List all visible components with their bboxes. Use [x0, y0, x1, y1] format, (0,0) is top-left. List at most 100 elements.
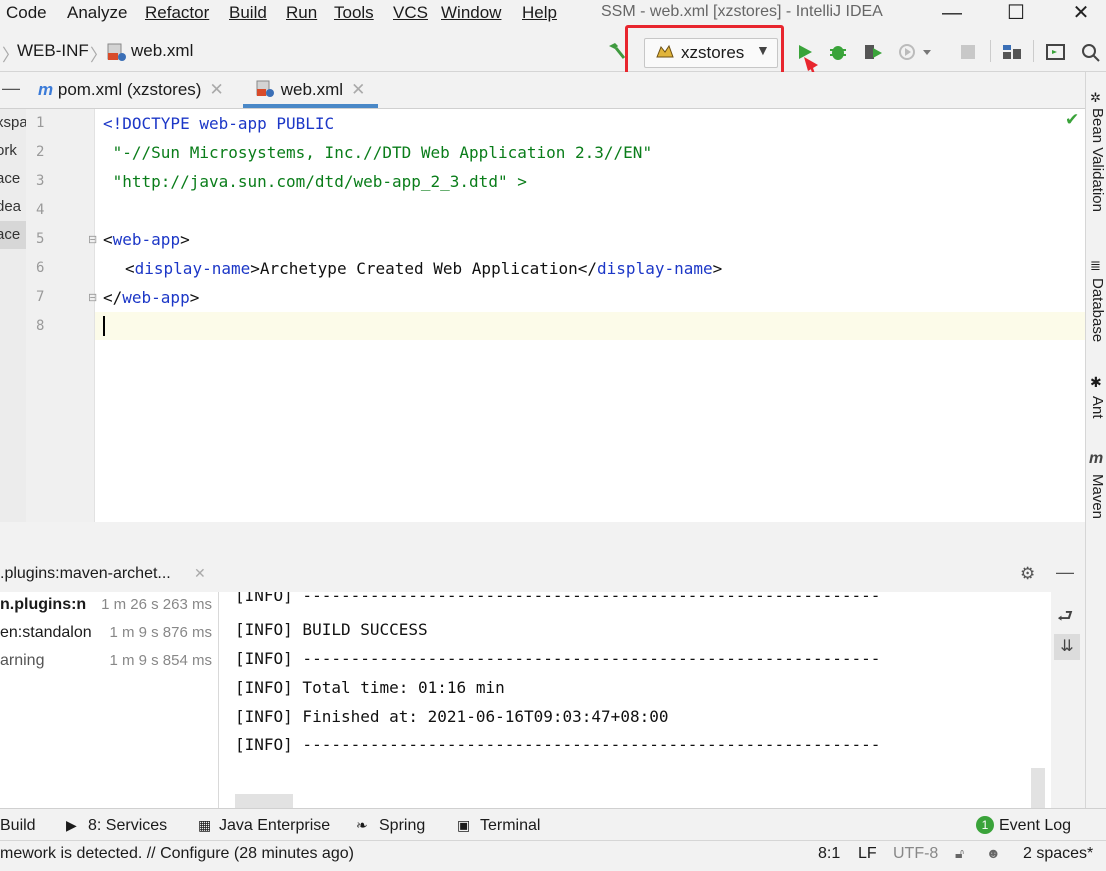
tool-java-enterprise[interactable]: Java Enterprise — [219, 817, 330, 835]
terminal-window-icon[interactable] — [1045, 42, 1065, 62]
menu-help[interactable]: Help — [522, 3, 557, 23]
profile-icon[interactable] — [898, 42, 931, 62]
code-bracket: > — [180, 230, 190, 249]
tool-maven[interactable]: Maven — [1089, 474, 1106, 519]
run-panel-header: .plugins:maven-archet... ✕ ⚙ — — [0, 556, 1085, 592]
run-tree-row[interactable]: en:standalon 1 m 9 s 876 ms — [0, 624, 218, 652]
line-separator[interactable]: LF — [858, 845, 877, 863]
console-line: [INFO] ---------------------------------… — [235, 649, 881, 668]
fold-icon[interactable]: ⊟ — [88, 233, 97, 246]
close-window-icon[interactable]: ✕ — [1056, 0, 1106, 30]
code-tag: web-app — [112, 230, 181, 249]
window-title: SSM - web.xml [xzstores] - IntelliJ IDEA — [601, 3, 883, 20]
hide-icon[interactable]: — — [1056, 562, 1074, 583]
text-caret — [103, 316, 105, 336]
project-structure-icon[interactable] — [1001, 42, 1021, 62]
menu-build[interactable]: Build — [229, 3, 267, 23]
xml-file-icon — [256, 80, 276, 99]
close-icon[interactable]: ✕ — [194, 565, 206, 582]
inspector-icon[interactable]: ☻ — [986, 845, 1001, 861]
project-item[interactable]: dea — [0, 193, 26, 221]
caret-position[interactable]: 8:1 — [818, 845, 840, 863]
code-bracket: < — [125, 259, 135, 278]
menu-analyze[interactable]: Analyze — [67, 3, 127, 23]
tool-ant[interactable]: Ant — [1089, 396, 1106, 419]
code-bracket: > — [712, 259, 723, 278]
lock-icon[interactable]: 🔓︎ — [955, 845, 964, 862]
checkmark-icon: ✔ — [1065, 110, 1080, 129]
editor-bottom-area — [0, 522, 1085, 557]
minimize-icon[interactable]: — — [927, 0, 977, 30]
close-icon[interactable]: ✕ — [209, 80, 223, 99]
menu-window[interactable]: Window — [441, 3, 501, 23]
code-tag: display-name — [597, 259, 713, 278]
maximize-icon[interactable]: ☐ — [991, 0, 1041, 30]
run-tree-row[interactable]: arning 1 m 9 s 854 ms — [0, 652, 218, 680]
active-tab-indicator — [243, 104, 378, 108]
spring-icon: ❧ — [356, 817, 368, 833]
project-item[interactable]: xspa — [0, 109, 26, 137]
breadcrumb-web-inf[interactable]: WEB-INF — [17, 41, 89, 61]
code-line-3: "http://java.sun.com/dtd/web-app_2_3.dtd… — [103, 172, 527, 191]
indent-setting[interactable]: 2 spaces* — [1023, 845, 1093, 863]
code-line-5: <web-app> — [103, 230, 190, 249]
project-item[interactable]: ace — [0, 221, 26, 249]
maven-icon: m — [1089, 450, 1104, 467]
console-line: [INFO] Total time: 01:16 min — [235, 678, 505, 697]
file-encoding[interactable]: UTF-8 — [893, 845, 938, 863]
bottom-tool-bar: Build ▶ 8: Services ▦ Java Enterprise ❧ … — [0, 808, 1106, 841]
gear-icon[interactable]: ⚙ — [1020, 564, 1035, 584]
menu-tools[interactable]: Tools — [334, 3, 374, 23]
navigation-bar: 〉 WEB-INF 〉 web.xml — [0, 31, 1106, 72]
stop-icon[interactable] — [958, 42, 978, 62]
xml-file-icon — [107, 42, 127, 67]
code-bracket: </ — [103, 288, 123, 307]
tool-database[interactable]: Database — [1089, 278, 1106, 342]
code-bracket: < — [103, 230, 113, 249]
bean-validation-icon: ✲ — [1090, 90, 1101, 105]
code-bracket: </ — [577, 259, 598, 278]
build-hammer-icon[interactable] — [605, 40, 626, 60]
editor-tabs: — m pom.xml (xzstores) ✕ web.xml ✕ — [0, 72, 1085, 109]
tool-bean-validation[interactable]: Bean Validation — [1089, 108, 1106, 212]
line-number: 4 — [36, 202, 45, 218]
project-panel-fragment: xspa ork ace dea ace — [0, 109, 26, 522]
line-number: 2 — [36, 144, 45, 160]
close-icon[interactable]: ✕ — [351, 80, 365, 99]
run-tab[interactable]: .plugins:maven-archet... — [0, 565, 171, 583]
tab-web-xml[interactable]: web.xml ✕ — [256, 80, 365, 100]
scroll-to-end-icon[interactable]: ⇊ — [1054, 634, 1080, 660]
breadcrumb-separator-icon: 〉 — [90, 46, 107, 65]
console-output[interactable]: [INFO] ---------------------------------… — [219, 592, 1051, 808]
toolbar-divider — [990, 40, 991, 62]
vertical-scrollbar[interactable] — [1031, 768, 1045, 808]
status-message[interactable]: mework is detected. // Configure (28 min… — [0, 845, 354, 863]
coverage-icon[interactable] — [862, 42, 882, 62]
run-tree-row[interactable]: n.plugins:n 1 m 26 s 263 ms — [0, 596, 218, 624]
terminal-icon: ▣ — [457, 817, 471, 833]
project-item[interactable]: ork — [0, 137, 26, 165]
collapse-icon[interactable]: — — [2, 78, 20, 99]
horizontal-scrollbar[interactable] — [235, 794, 293, 808]
run-tree-label: n.plugins:n — [0, 596, 87, 613]
search-icon[interactable] — [1080, 42, 1100, 62]
menu-run[interactable]: Run — [286, 3, 317, 23]
code-tag: display-name — [134, 259, 251, 278]
menu-code[interactable]: Code — [6, 3, 47, 23]
menu-bar: Code Analyze Refactor Build Run Tools VC… — [0, 0, 1106, 30]
tool-services[interactable]: 8: Services — [88, 817, 167, 835]
breadcrumb-web-xml[interactable]: web.xml — [131, 41, 193, 61]
menu-refactor[interactable]: Refactor — [145, 3, 209, 23]
tool-event-log[interactable]: Event Log — [999, 817, 1071, 835]
maven-m-icon: m — [38, 80, 54, 99]
tool-spring[interactable]: Spring — [379, 817, 425, 835]
project-item[interactable]: ace — [0, 165, 26, 193]
tool-build[interactable]: Build — [0, 817, 36, 835]
fold-icon[interactable]: ⊟ — [88, 291, 97, 304]
tool-terminal[interactable]: Terminal — [480, 817, 540, 835]
console-line: [INFO] Finished at: 2021-06-16T09:03:47+… — [235, 707, 669, 726]
soft-wrap-icon[interactable]: ⮐ — [1057, 604, 1073, 634]
line-number: 8 — [36, 318, 45, 334]
menu-vcs[interactable]: VCS — [393, 3, 428, 23]
tab-pom-xml[interactable]: m pom.xml (xzstores) ✕ — [38, 80, 224, 100]
